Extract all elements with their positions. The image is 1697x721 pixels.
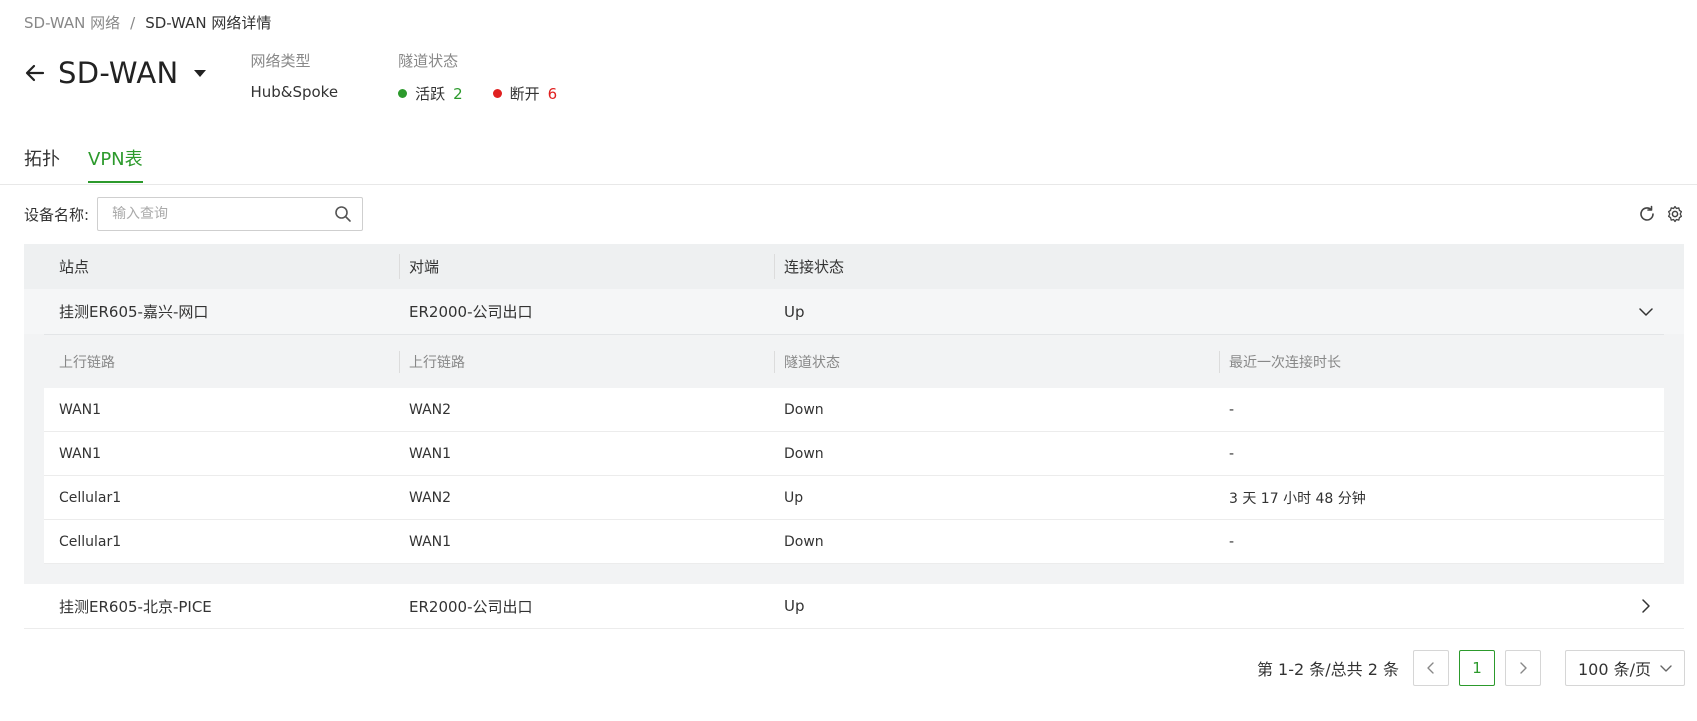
view-tabs: 拓扑 VPN表 xyxy=(24,145,143,183)
next-page-button[interactable] xyxy=(1505,650,1541,686)
down-status: 断开 6 xyxy=(492,83,558,104)
sub-cell: Cellular1 xyxy=(59,533,122,550)
active-count: 2 xyxy=(453,84,463,103)
sub-cell: Down xyxy=(784,533,824,550)
page-size-select[interactable]: 100 条/页 xyxy=(1565,650,1685,686)
column-peer: 对端 xyxy=(409,258,440,276)
network-type-label: 网络类型 xyxy=(250,52,311,70)
tabs-divider xyxy=(0,184,1697,185)
device-filter: 设备名称: xyxy=(24,197,364,231)
tunnel-status-summary: 活跃 2 断开 6 xyxy=(398,83,557,104)
chevron-down-icon[interactable] xyxy=(1638,304,1654,320)
settings-gear-icon[interactable] xyxy=(1665,204,1685,224)
sub-column-uplink: 上行链路 xyxy=(59,354,115,371)
expanded-row-detail: 上行链路 上行链路 隧道状态 最近一次连接时长 WAN1 WAN2 Down -… xyxy=(24,334,1684,584)
sub-cell: WAN1 xyxy=(59,401,102,418)
column-status: 连接状态 xyxy=(784,258,845,276)
page-number-button[interactable]: 1 xyxy=(1459,650,1495,686)
down-label: 断开 xyxy=(509,85,540,103)
row-peer: ER2000-公司出口 xyxy=(409,303,533,321)
sub-table-row: Cellular1 WAN2 Up 3 天 17 小时 48 分钟 xyxy=(44,476,1664,520)
sub-column-tunnel-status: 隧道状态 xyxy=(784,354,840,371)
sub-column-last-duration: 最近一次连接时长 xyxy=(1229,354,1341,371)
active-dot-icon xyxy=(398,89,408,98)
search-box xyxy=(97,197,364,231)
row-status: Up xyxy=(784,597,805,615)
sub-cell: WAN1 xyxy=(59,445,102,462)
row-status: Up xyxy=(784,302,805,321)
breadcrumb: SD-WAN 网络 / SD-WAN 网络详情 xyxy=(24,12,271,33)
chevron-right-icon[interactable] xyxy=(1638,598,1654,614)
title-group: SD-WAN xyxy=(24,56,207,90)
pagination: 第 1-2 条/总共 2 条 1 100 条/页 xyxy=(1257,650,1685,686)
sub-cell: 3 天 17 小时 48 分钟 xyxy=(1229,490,1366,507)
breadcrumb-separator: / xyxy=(130,13,136,32)
column-divider xyxy=(399,254,400,279)
sub-cell: WAN1 xyxy=(409,533,452,550)
sub-cell: - xyxy=(1229,533,1235,550)
page-size-value: 100 条/页 xyxy=(1578,660,1652,679)
down-dot-icon xyxy=(492,89,502,98)
breadcrumb-current: SD-WAN 网络详情 xyxy=(145,14,272,32)
sub-cell: Down xyxy=(784,401,824,418)
column-divider xyxy=(774,351,775,373)
sub-cell: - xyxy=(1229,401,1235,418)
down-count: 6 xyxy=(547,84,558,103)
prev-page-button[interactable] xyxy=(1413,650,1449,686)
sub-table-row: Cellular1 WAN1 Down - xyxy=(44,520,1664,564)
tab-vpn-table[interactable]: VPN表 xyxy=(88,145,143,183)
sub-cell: - xyxy=(1229,445,1235,462)
search-icon[interactable] xyxy=(334,205,352,223)
sub-table-header: 上行链路 上行链路 隧道状态 最近一次连接时长 xyxy=(44,334,1664,388)
column-site: 站点 xyxy=(59,258,90,276)
chevron-right-icon xyxy=(1520,662,1527,674)
refresh-icon[interactable] xyxy=(1637,204,1657,224)
table-row[interactable]: 挂测ER605-嘉兴-网口 ER2000-公司出口 Up xyxy=(24,289,1684,334)
chevron-left-icon xyxy=(1427,662,1434,674)
network-type-value: Hub&Spoke xyxy=(250,83,339,101)
tunnel-status-label: 隧道状态 xyxy=(398,52,459,70)
row-peer: ER2000-公司出口 xyxy=(409,597,533,616)
table-header: 站点 对端 连接状态 xyxy=(24,244,1684,289)
chevron-down-icon xyxy=(1660,665,1672,672)
sub-cell: Up xyxy=(784,489,804,506)
active-label: 活跃 xyxy=(415,85,446,103)
vpn-table: 站点 对端 连接状态 挂测ER605-嘉兴-网口 ER2000-公司出口 Up … xyxy=(24,244,1684,629)
table-row[interactable]: 挂测ER605-北京-PICE ER2000-公司出口 Up xyxy=(24,584,1684,629)
back-arrow-icon[interactable] xyxy=(24,62,46,84)
breadcrumb-parent[interactable]: SD-WAN 网络 xyxy=(24,12,120,33)
caret-down-icon[interactable] xyxy=(194,69,207,77)
active-status: 活跃 2 xyxy=(398,83,463,104)
device-name-label: 设备名称: xyxy=(24,205,90,224)
sub-cell: WAN2 xyxy=(409,489,452,506)
column-divider xyxy=(774,254,775,279)
tab-topology[interactable]: 拓扑 xyxy=(24,145,60,183)
table-tools xyxy=(1637,204,1685,224)
sub-cell: WAN1 xyxy=(409,445,452,462)
row-site: 挂测ER605-北京-PICE xyxy=(59,597,212,616)
sub-column-peer-uplink: 上行链路 xyxy=(409,354,465,371)
tunnel-status: 隧道状态 活跃 2 断开 6 xyxy=(398,50,557,104)
page-header: SD-WAN 网络类型 Hub&Spoke 隧道状态 活跃 2 断开 6 xyxy=(24,50,557,110)
page-title: SD-WAN xyxy=(58,56,179,90)
device-search-input[interactable] xyxy=(112,206,335,222)
column-divider xyxy=(1219,351,1220,373)
row-site: 挂测ER605-嘉兴-网口 xyxy=(59,303,209,321)
sub-cell: Down xyxy=(784,445,824,462)
sub-cell: WAN2 xyxy=(409,401,452,418)
sub-table-body: WAN1 WAN2 Down - WAN1 WAN1 Down - Cellul… xyxy=(44,388,1664,564)
network-type: 网络类型 Hub&Spoke xyxy=(250,50,338,101)
sub-table-row: WAN1 WAN2 Down - xyxy=(44,388,1664,432)
pagination-info: 第 1-2 条/总共 2 条 xyxy=(1256,660,1399,679)
column-divider xyxy=(399,351,400,373)
sub-table-row: WAN1 WAN1 Down - xyxy=(44,432,1664,476)
sub-cell: Cellular1 xyxy=(59,489,122,506)
